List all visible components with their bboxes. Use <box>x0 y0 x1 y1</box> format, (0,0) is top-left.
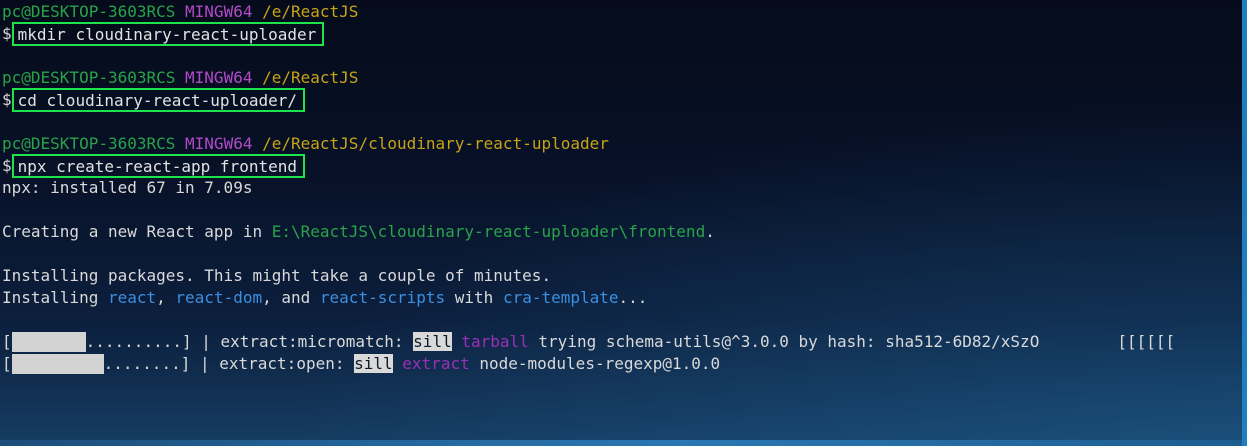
progress-bracket-close: ] <box>180 354 191 373</box>
installing-prefix: Installing <box>2 288 108 307</box>
package-react-scripts: react-scripts <box>319 288 446 307</box>
progress-step: extract:micromatch: <box>220 332 414 351</box>
progress-pipe: | <box>191 332 221 351</box>
prompt-symbol: $ <box>2 90 12 109</box>
progress-pipe: | <box>190 354 220 373</box>
prompt-user-host: pc@DESKTOP-3603RCS <box>2 68 176 87</box>
ellipsis: ... <box>618 288 648 307</box>
prompt-shell: MINGW64 <box>185 2 253 21</box>
prompt-path: /e/ReactJS <box>262 68 359 87</box>
command-text: cd cloudinary-react-uploader/ <box>11 88 305 112</box>
creating-path: E:\ReactJS\cloudinary-react-uploader\fro… <box>271 222 706 241</box>
terminal-window[interactable]: pc@DESKTOP-3603RCS MINGW64 /e/ReactJS $ m… <box>0 0 1247 446</box>
log-message: trying schema-utils@^3.0.0 by hash: sha5… <box>528 332 1040 351</box>
separator: , and <box>262 288 320 307</box>
prompt-shell: MINGW64 <box>185 68 253 87</box>
command-text: npx create-react-app frontend <box>11 154 305 178</box>
output-installed: npx: installed 67 in 7.09s <box>2 178 253 197</box>
log-level-badge: sill <box>354 354 393 373</box>
log-action: tarball <box>461 332 529 351</box>
prompt-line: pc@DESKTOP-3603RCS MINGW64 /e/ReactJS <box>2 67 1232 89</box>
command-line: $ mkdir cloudinary-react-uploader <box>2 22 1232 46</box>
progress-trail: [[[[[[ <box>1117 332 1176 351</box>
progress-dots: .......... <box>85 332 182 351</box>
progress-bracket-open: [ <box>2 332 12 351</box>
log-message: node-modules-regexp@1.0.0 <box>469 354 721 373</box>
command-line: $ npx create-react-app frontend <box>2 154 1232 178</box>
command-text: mkdir cloudinary-react-uploader <box>11 22 325 46</box>
with-text: with <box>445 288 503 307</box>
taskbar-edge <box>0 440 1242 446</box>
prompt-line: pc@DESKTOP-3603RCS MINGW64 /e/ReactJS <box>2 1 1232 23</box>
progress-bracket-close: ] <box>181 332 192 351</box>
progress-line: [........] | extract:open: sill extract … <box>2 353 1232 375</box>
command-line: $ cd cloudinary-react-uploader/ <box>2 88 1232 112</box>
creating-suffix: . <box>705 222 715 241</box>
prompt-shell: MINGW64 <box>185 134 253 153</box>
output-installing-list: Installing react, react-dom, and react-s… <box>2 287 1232 309</box>
separator: , <box>156 288 176 307</box>
package-react-dom: react-dom <box>175 288 263 307</box>
template-name: cra-template <box>502 288 619 307</box>
prompt-user-host: pc@DESKTOP-3603RCS <box>2 134 176 153</box>
log-action: extract <box>402 354 470 373</box>
progress-dots: ........ <box>103 354 181 373</box>
progress-line: [..........] | extract:micromatch: sill … <box>2 331 1232 353</box>
log-level-badge: sill <box>413 332 452 351</box>
prompt-path: /e/ReactJS <box>262 2 359 21</box>
output-creating: Creating a new React app in E:\ReactJS\c… <box>2 221 1232 243</box>
progress-fill <box>11 354 104 374</box>
package-react: react <box>107 288 157 307</box>
progress-fill <box>11 332 86 352</box>
terminal-output: pc@DESKTOP-3603RCS MINGW64 /e/ReactJS $ m… <box>2 1 1232 375</box>
creating-prefix: Creating a new React app in <box>2 222 272 241</box>
output-installing-packages: Installing packages. This might take a c… <box>2 266 552 285</box>
prompt-line: pc@DESKTOP-3603RCS MINGW64 /e/ReactJS/cl… <box>2 133 1232 155</box>
prompt-path: /e/ReactJS/cloudinary-react-uploader <box>262 134 609 153</box>
prompt-user-host: pc@DESKTOP-3603RCS <box>2 2 176 21</box>
prompt-symbol: $ <box>2 24 12 43</box>
progress-step: extract:open: <box>219 354 355 373</box>
prompt-symbol: $ <box>2 156 12 175</box>
progress-bracket-open: [ <box>2 354 12 373</box>
